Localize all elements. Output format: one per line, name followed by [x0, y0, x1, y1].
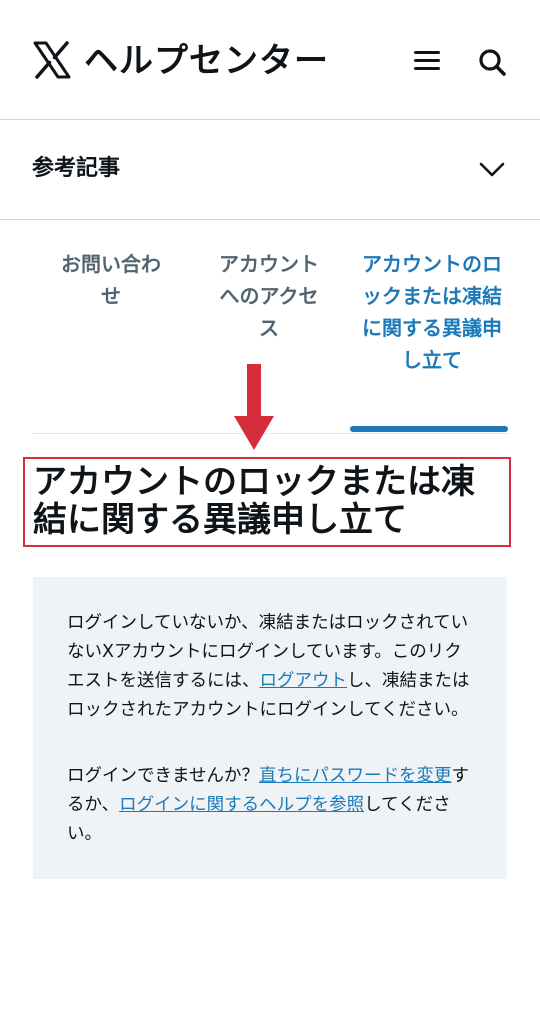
x-logo-icon[interactable] [32, 40, 72, 80]
page-title: アカウントのロックまたは凍結に関する異議申し立て [33, 462, 475, 540]
active-tab-indicator [350, 426, 508, 432]
logout-link[interactable]: ログアウト [260, 671, 348, 691]
search-icon[interactable] [476, 46, 510, 80]
annotation-arrow-icon [234, 364, 274, 450]
help-center-title[interactable]: ヘルプセンター [84, 38, 329, 84]
notice-paragraph-logout: ログインしていないか、凍結またはロックされていないXアカウントにログインしていま… [67, 609, 473, 725]
notice-paragraph-help: ログインできませんか？直ちにパスワードを変更するか、ログインに関するヘルプを参照… [67, 762, 473, 849]
change-password-link[interactable]: 直ちにパスワードを変更 [259, 766, 452, 786]
title-highlight-box: アカウントのロックまたは凍結に関する異議申し立て [23, 457, 511, 547]
tab-contact[interactable]: お問い合わせ [52, 248, 170, 312]
chevron-down-icon [479, 162, 505, 177]
related-articles-label: 参考記事 [32, 156, 121, 181]
tab-account-access[interactable]: アカウントへのアクセス [210, 248, 328, 344]
login-help-link[interactable]: ログインに関するヘルプを参照 [119, 795, 364, 815]
related-articles-dropdown[interactable]: 参考記事 [0, 120, 540, 220]
hamburger-menu-icon[interactable] [410, 48, 444, 78]
notice-text: ログインできませんか？ [67, 766, 259, 786]
site-header: ヘルプセンター [0, 0, 540, 120]
tab-appeal-locked-suspended[interactable]: アカウントのロックまたは凍結に関する異議申し立て [362, 248, 502, 376]
login-notice: ログインしていないか、凍結またはロックされていないXアカウントにログインしていま… [33, 577, 507, 879]
